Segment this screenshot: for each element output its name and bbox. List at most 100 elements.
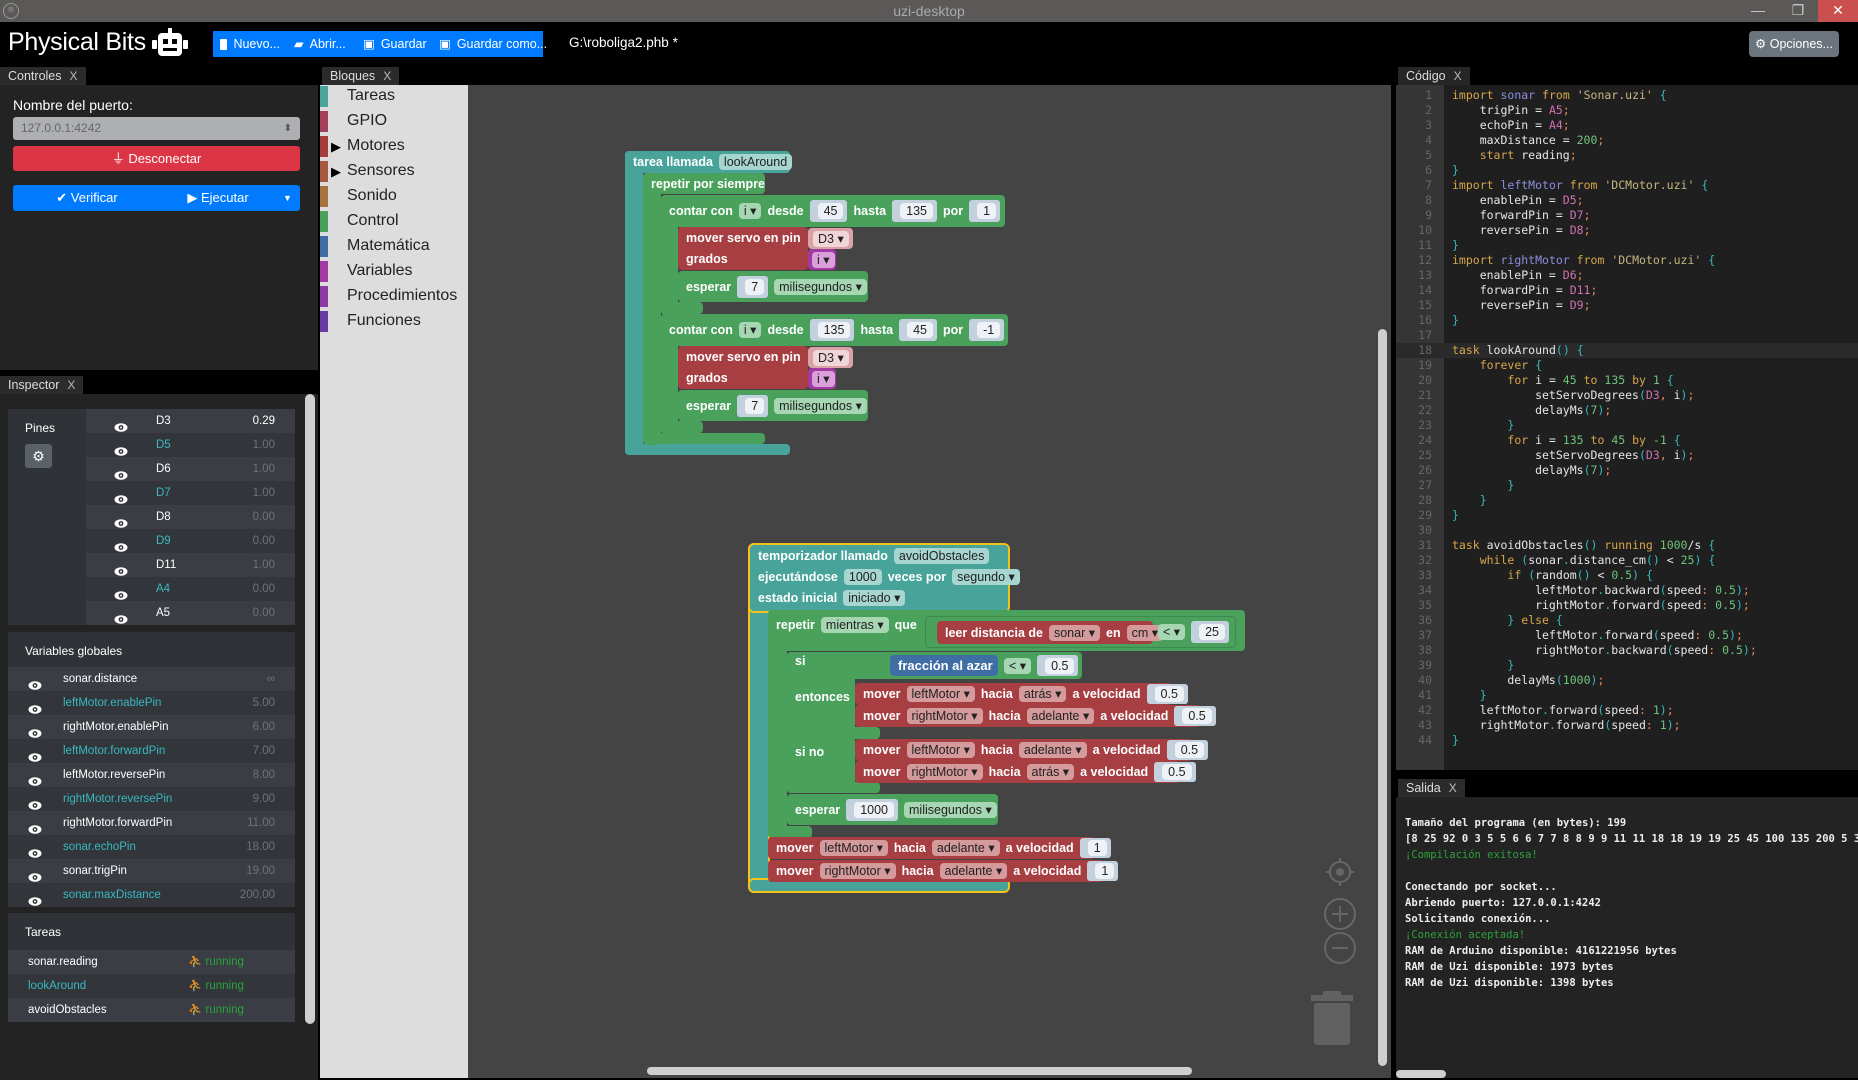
number-input[interactable]: 45: [907, 322, 933, 338]
wait-input[interactable]: 1000: [854, 801, 894, 818]
eye-icon[interactable]: [28, 843, 42, 858]
port-select[interactable]: 127.0.0.1:4242 ⬍: [13, 117, 300, 140]
close-icon[interactable]: X: [67, 378, 75, 392]
direction-dropdown[interactable]: adelante ▾: [1026, 708, 1095, 724]
mode-dropdown[interactable]: mientras ▾: [820, 617, 889, 633]
variable-block[interactable]: i ▾: [808, 368, 836, 389]
operator-dropdown[interactable]: < ▾: [1004, 657, 1032, 674]
direction-dropdown[interactable]: adelante ▾: [1018, 742, 1087, 758]
workspace-horizontal-scrollbar[interactable]: [647, 1067, 1192, 1075]
run-button[interactable]: ▶ Ejecutar: [161, 185, 275, 211]
close-window-button[interactable]: ✕: [1818, 0, 1858, 22]
if-block-bottom[interactable]: [787, 782, 880, 793]
eye-icon[interactable]: [114, 441, 128, 456]
speed-value-block[interactable]: 0.5: [1154, 762, 1196, 782]
number-input[interactable]: 135: [817, 322, 851, 338]
eye-icon[interactable]: [114, 561, 128, 576]
output-horizontal-scrollbar[interactable]: [1396, 1070, 1446, 1078]
eye-icon[interactable]: [114, 489, 128, 504]
state-dropdown[interactable]: iniciado ▾: [843, 590, 906, 606]
operator-dropdown[interactable]: < ▾: [1158, 624, 1186, 640]
move-motor-block[interactable]: mover leftMotor ▾ hacia atrás ▾ a veloci…: [855, 683, 1188, 705]
number-input[interactable]: -1: [977, 322, 1001, 338]
motor-dropdown[interactable]: rightMotor ▾: [906, 708, 983, 724]
eye-icon[interactable]: [114, 513, 128, 528]
eye-icon[interactable]: [28, 867, 42, 882]
wait-value-block[interactable]: 7: [737, 275, 769, 298]
count-loop-block[interactable]: contar con i ▾ desde 135 hasta 45 por -1: [661, 314, 1008, 346]
expand-triangle-icon[interactable]: ▶: [331, 164, 341, 180]
speed-input[interactable]: 1: [1095, 863, 1115, 879]
save-button[interactable]: ▣ Guardar: [356, 31, 432, 57]
toolbox-category[interactable]: Matemática: [320, 235, 468, 257]
speed-value-block[interactable]: 0.5: [1146, 684, 1188, 704]
threshold-input[interactable]: 0.5: [1045, 657, 1075, 674]
motor-dropdown[interactable]: leftMotor ▾: [906, 742, 975, 758]
task-block-bottom[interactable]: [625, 444, 790, 455]
options-button[interactable]: ⚙ Opciones...: [1749, 31, 1839, 57]
speed-input[interactable]: 0.5: [1182, 708, 1212, 724]
from-value-block[interactable]: 135: [809, 319, 855, 341]
if-block-middle[interactable]: [787, 727, 880, 739]
new-button[interactable]: Nuevo...: [213, 31, 287, 57]
close-icon[interactable]: X: [383, 69, 391, 83]
eye-icon[interactable]: [114, 585, 128, 600]
eye-icon[interactable]: [28, 819, 42, 834]
workspace-vertical-scrollbar[interactable]: [1378, 329, 1387, 1066]
eye-icon[interactable]: [28, 675, 42, 690]
motor-dropdown[interactable]: rightMotor ▾: [819, 863, 896, 879]
by-value-block[interactable]: -1: [969, 319, 1005, 341]
eye-icon[interactable]: [114, 465, 128, 480]
eye-icon[interactable]: [28, 771, 42, 786]
count-loop-bottom[interactable]: [661, 302, 703, 314]
eye-icon[interactable]: [28, 891, 42, 906]
number-input[interactable]: 7: [745, 397, 765, 414]
toolbox-category[interactable]: ▶ Motores: [320, 135, 468, 157]
speed-input[interactable]: 0.5: [1154, 686, 1184, 702]
speed-input[interactable]: 0.5: [1174, 742, 1205, 758]
open-button[interactable]: ▰ Abrir...: [287, 31, 356, 57]
tab-code[interactable]: Código X: [1398, 67, 1470, 85]
wait-value-block[interactable]: 1000: [846, 798, 898, 821]
toolbox-category[interactable]: Control: [320, 210, 468, 232]
toolbox-category[interactable]: Procedimientos: [320, 285, 468, 307]
wait-block[interactable]: esperar 7 milisegundos ▾: [678, 271, 868, 302]
pin-dropdown[interactable]: D3 ▾: [813, 349, 849, 366]
read-distance-block[interactable]: leer distancia de sonar ▾ en cm ▾: [937, 621, 1164, 644]
task-name-field[interactable]: lookAround: [718, 154, 793, 170]
tab-controls[interactable]: Controles X: [0, 67, 86, 85]
variable-dropdown[interactable]: i ▾: [812, 370, 835, 387]
motor-dropdown[interactable]: leftMotor ▾: [819, 840, 888, 856]
eye-icon[interactable]: [28, 723, 42, 738]
limit-value-block[interactable]: 25: [1191, 621, 1229, 643]
threshold-value-block[interactable]: 0.5: [1037, 655, 1079, 676]
close-icon[interactable]: X: [1454, 69, 1462, 83]
move-motor-block[interactable]: mover leftMotor ▾ hacia adelante ▾ a vel…: [855, 739, 1209, 761]
wait-block[interactable]: esperar 7 milisegundos ▾: [678, 390, 868, 421]
speed-input[interactable]: 0.5: [1162, 764, 1192, 780]
code-editor[interactable]: 1 import sonar from 'Sonar.uzi' {2 trigPi…: [1396, 85, 1858, 770]
toolbox-category[interactable]: Funciones: [320, 310, 468, 332]
tab-blocks[interactable]: Bloques X: [322, 67, 400, 85]
forever-block-bottom[interactable]: [643, 433, 765, 444]
wait-unit-dropdown[interactable]: milisegundos ▾: [774, 278, 867, 295]
count-loop-bottom[interactable]: [661, 421, 703, 433]
number-input[interactable]: 1: [977, 203, 997, 219]
unit-dropdown[interactable]: segundo ▾: [952, 569, 1020, 585]
variable-dropdown[interactable]: i ▾: [812, 251, 835, 268]
task-block[interactable]: tarea llamada lookAround: [625, 151, 793, 173]
close-icon[interactable]: X: [70, 69, 78, 83]
wait-block[interactable]: esperar 1000 milisegundos ▾: [787, 794, 998, 825]
direction-dropdown[interactable]: adelante ▾: [931, 840, 1000, 856]
zoom-in-icon[interactable]: [1323, 897, 1357, 931]
direction-dropdown[interactable]: atrás ▾: [1018, 686, 1067, 702]
pin-value-block[interactable]: D3 ▾: [808, 228, 853, 249]
minimize-button[interactable]: —: [1738, 0, 1778, 22]
zoom-out-icon[interactable]: [1323, 931, 1357, 965]
limit-input[interactable]: 25: [1199, 624, 1225, 640]
to-value-block[interactable]: 135: [892, 200, 937, 222]
toolbox-category[interactable]: ▶ Sensores: [320, 160, 468, 182]
wait-value-block[interactable]: 7: [737, 394, 769, 417]
toolbox-category[interactable]: GPIO: [320, 110, 468, 132]
toolbox-category[interactable]: Sonido: [320, 185, 468, 207]
